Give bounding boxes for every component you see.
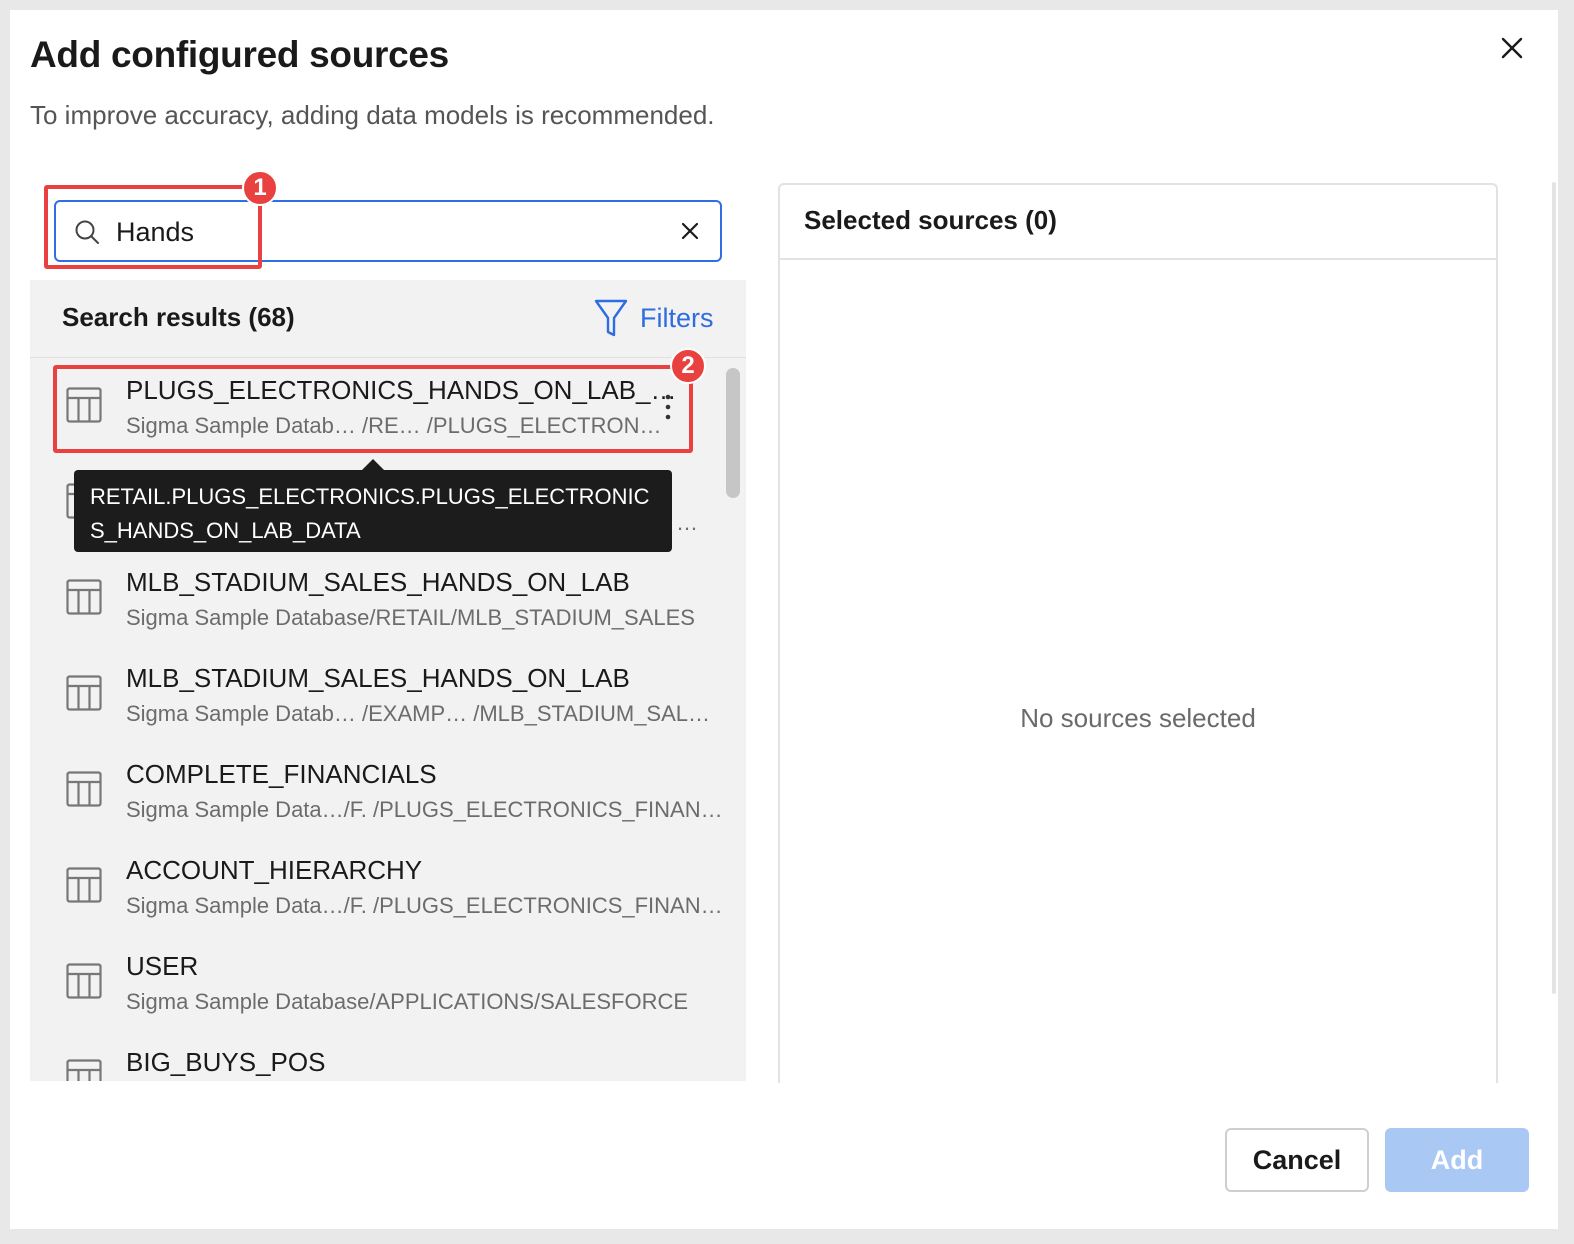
results-scrollbar-thumb[interactable] — [726, 368, 740, 498]
empty-state-text: No sources selected — [1020, 703, 1256, 733]
list-item-path: Sigma Sample Datab… /EXAMP… /MLB_STADIUM… — [126, 701, 711, 726]
table-icon — [66, 579, 102, 615]
list-item-title: COMPLETE_FINANCIALS — [126, 759, 437, 789]
close-icon — [1501, 37, 1523, 59]
list-item-path: Sigma Sample Database/APPLICATIONS/SALES… — [126, 989, 689, 1014]
add-button[interactable]: Add — [1385, 1128, 1529, 1192]
list-item-path: Sigma Sample Datab… /RE… /PLUGS_ELECTRON… — [126, 413, 662, 438]
list-item[interactable]: ACCOUNT_HIERARCHY Sigma Sample Data…/F. … — [30, 839, 723, 935]
hidden-row-ellipsis: … — [676, 510, 698, 535]
search-results-title: Search results (68) — [62, 302, 295, 332]
search-results-panel: Search results (68) Filters PLUGS_ELECTR… — [30, 280, 746, 1081]
annotation-badge-2: 2 — [670, 348, 706, 384]
table-icon — [66, 771, 102, 807]
selected-sources-panel: Selected sources (0) No sources selected — [778, 183, 1498, 1083]
dialog-scrollbar[interactable] — [1552, 182, 1556, 994]
search-input[interactable] — [116, 214, 656, 250]
filters-label: Filters — [640, 302, 714, 333]
list-item[interactable]: PLUGS_ELECTRONICS_HANDS_ON_LAB_… Sigma S… — [30, 359, 720, 455]
list-item[interactable]: MLB_STADIUM_SALES_HANDS_ON_LAB Sigma Sam… — [30, 647, 720, 743]
dialog-title: Add configured sources — [30, 34, 449, 75]
more-vertical-icon[interactable] — [664, 393, 672, 421]
table-icon — [66, 963, 102, 999]
list-item-title: BIG_BUYS_POS — [126, 1047, 326, 1077]
tooltip-arrow — [362, 459, 384, 470]
selected-sources-title: Selected sources (0) — [804, 205, 1057, 235]
annotation-badge-1: 1 — [242, 170, 278, 206]
add-configured-sources-dialog: Add configured sources To improve accura… — [10, 10, 1558, 1229]
dialog-subtitle: To improve accuracy, adding data models … — [30, 100, 715, 130]
filters-button[interactable]: Filters — [594, 296, 714, 340]
table-icon — [66, 1059, 102, 1081]
search-icon — [75, 220, 99, 244]
path-tooltip: RETAIL.PLUGS_ELECTRONICS.PLUGS_ELECTRONI… — [74, 470, 672, 552]
list-item-path: Sigma Sample Data…/F. /PLUGS_ELECTRONICS… — [126, 797, 723, 822]
list-item[interactable]: COMPLETE_FINANCIALS Sigma Sample Data…/F… — [30, 743, 723, 839]
list-item-title: ACCOUNT_HIERARCHY — [126, 855, 423, 885]
clear-icon[interactable] — [680, 221, 700, 241]
list-item[interactable]: USER Sigma Sample Database/APPLICATIONS/… — [30, 935, 720, 1031]
search-results-header: Search results (68) Filters — [30, 280, 746, 358]
close-button[interactable] — [1496, 32, 1528, 64]
table-icon — [66, 867, 102, 903]
list-item-path: Sigma Sample Data…/F. /PLUGS_ELECTRONICS… — [126, 893, 723, 918]
search-field[interactable] — [54, 200, 722, 262]
results-scrollbar[interactable] — [720, 359, 746, 1081]
list-item-path: Sigma Sample Database/RETAIL/MLB_STADIUM… — [126, 605, 695, 630]
list-item-title: PLUGS_ELECTRONICS_HANDS_ON_LAB_… — [126, 375, 677, 405]
list-item[interactable]: BIG_BUYS_POS — [30, 1031, 720, 1081]
filter-icon — [594, 299, 628, 337]
list-item-title: MLB_STADIUM_SALES_HANDS_ON_LAB — [126, 663, 630, 693]
list-item-title: MLB_STADIUM_SALES_HANDS_ON_LAB — [126, 567, 630, 597]
cancel-button[interactable]: Cancel — [1225, 1128, 1369, 1192]
table-icon — [66, 675, 102, 711]
list-item-title: USER — [126, 951, 199, 981]
selected-sources-header: Selected sources (0) — [780, 185, 1496, 260]
list-item[interactable]: MLB_STADIUM_SALES_HANDS_ON_LAB Sigma Sam… — [30, 551, 720, 647]
table-icon — [66, 387, 102, 423]
